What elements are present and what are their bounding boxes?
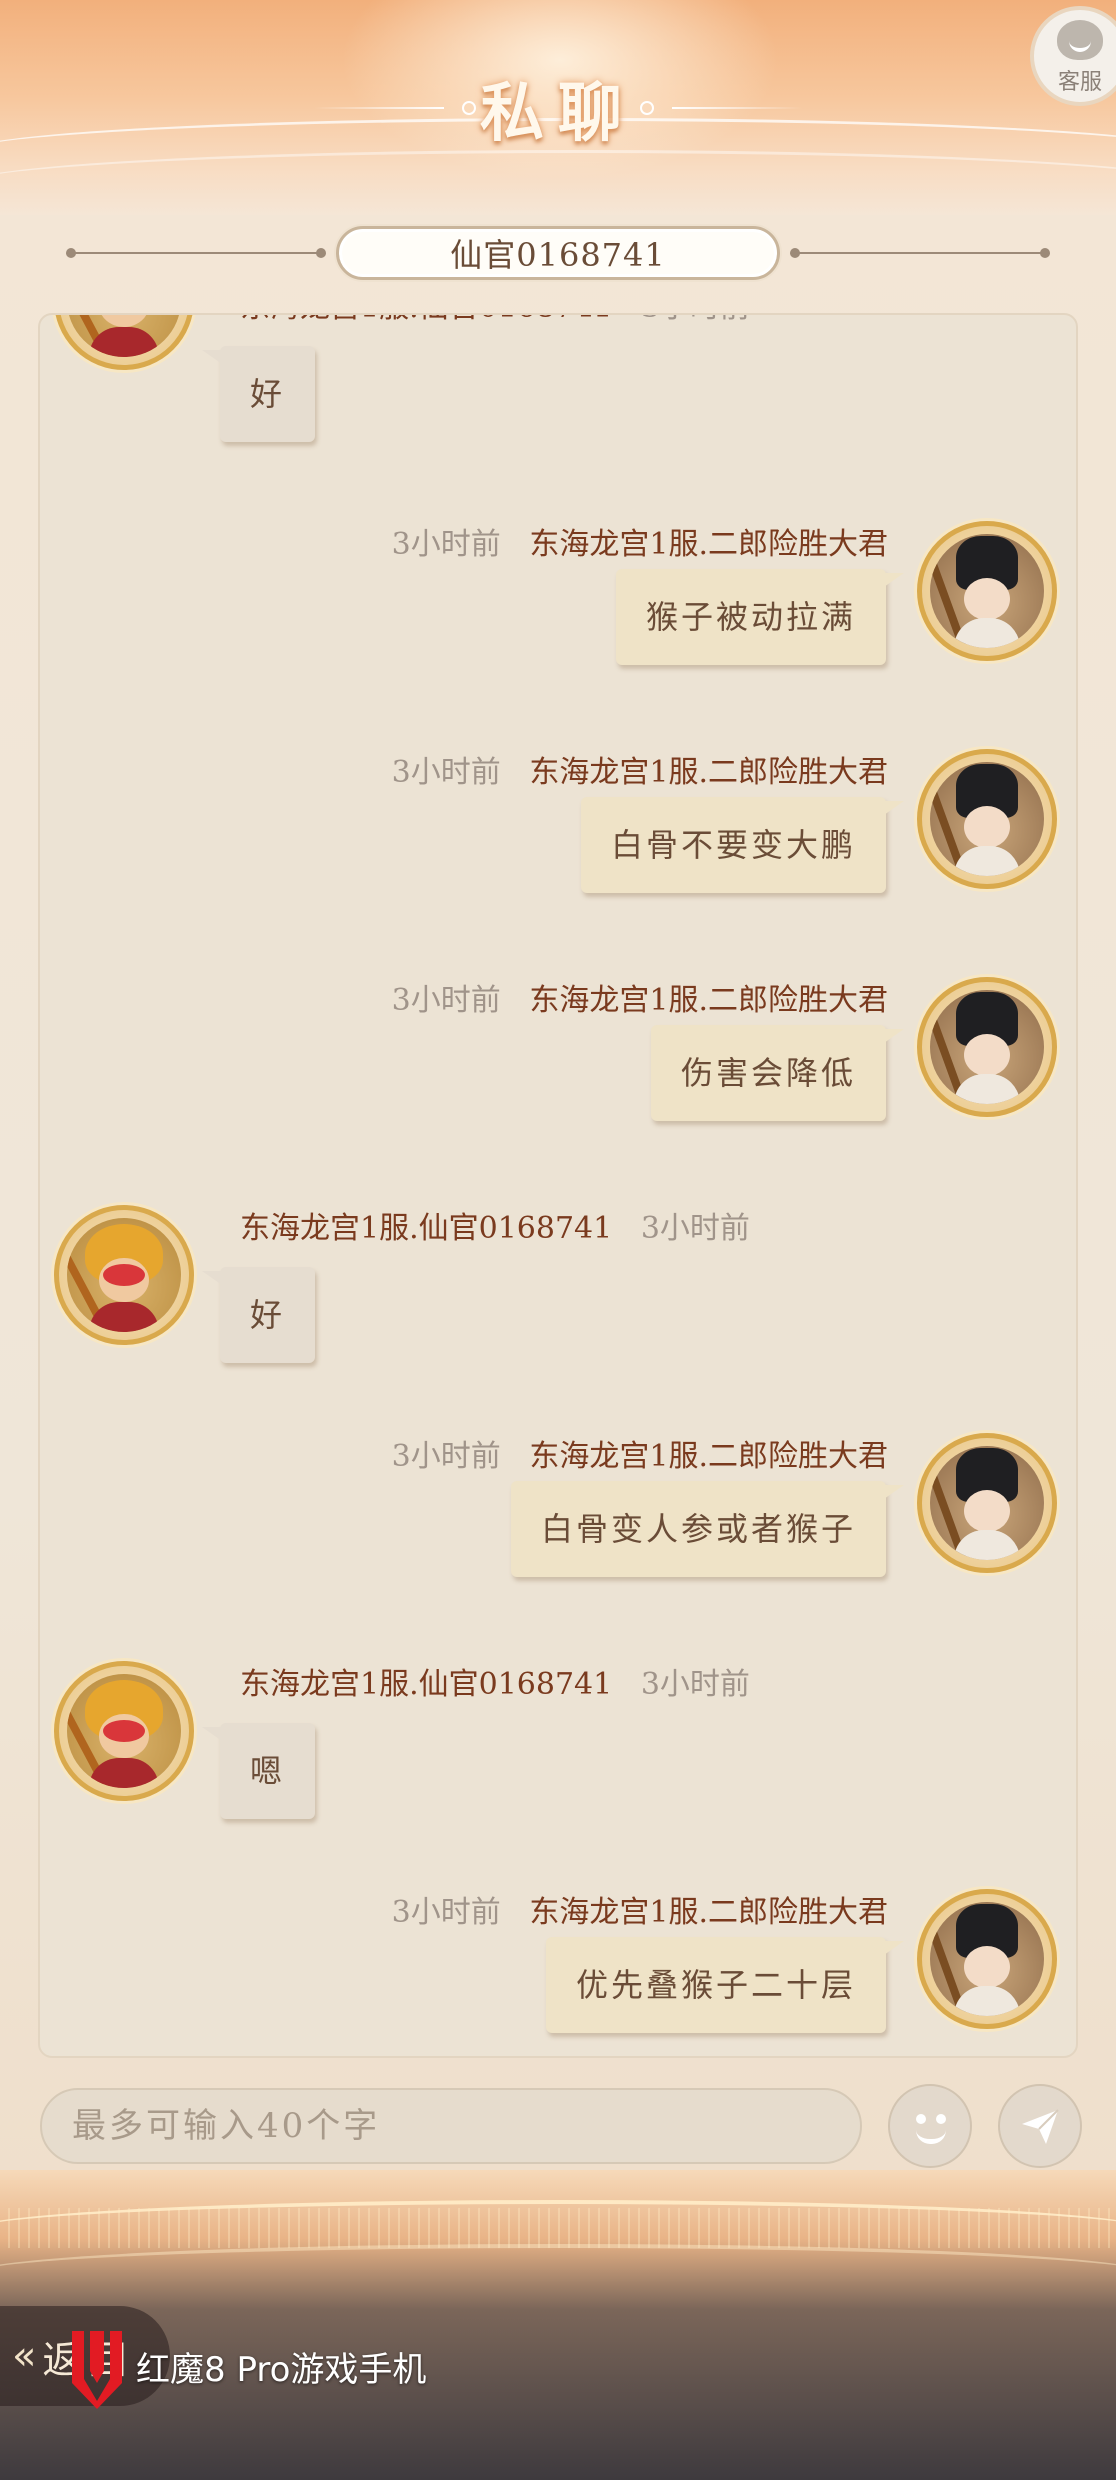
- message-time: 3小时前: [391, 755, 501, 790]
- title-ornament-dot: [462, 101, 476, 115]
- title-ornament-left: [314, 107, 444, 109]
- message-sender[interactable]: 东海龙宫1服.二郎险胜大君: [529, 1895, 888, 1930]
- message-sender[interactable]: 东海龙宫1服.仙官0168741: [240, 1211, 612, 1246]
- message-time: 3小时前: [391, 1895, 501, 1930]
- message-time: 3小时前: [391, 1439, 501, 1474]
- title-ornament-right: [672, 107, 802, 109]
- message-input[interactable]: [40, 2088, 862, 2164]
- device-watermark: 红魔8 Pro游戏手机: [62, 2326, 427, 2409]
- message-sender[interactable]: 东海龙宫1服.仙官0168741: [240, 315, 612, 325]
- footer-sparkle: [0, 2208, 1116, 2248]
- message-meta: 3小时前 东海龙宫1服.二郎险胜大君: [392, 1437, 888, 1477]
- message-bubble[interactable]: 好: [201, 346, 316, 442]
- erlang-avatar[interactable]: [917, 749, 1057, 889]
- message-sender[interactable]: 东海龙宫1服.二郎险胜大君: [529, 1439, 888, 1474]
- message-meta: 东海龙宫1服.仙官0168741 3小时前: [240, 1665, 750, 1705]
- message-bubble[interactable]: 优先叠猴子二十层: [545, 1937, 905, 2033]
- title-bar: 私聊: [0, 58, 1116, 158]
- erlang-avatar[interactable]: [917, 1433, 1057, 1573]
- customer-service-icon: [1057, 20, 1103, 60]
- message-meta: 3小时前 东海龙宫1服.二郎险胜大君: [392, 1893, 888, 1933]
- message-bubble[interactable]: 伤害会降低: [650, 1025, 905, 1121]
- chat-message-list[interactable]: 东海龙宫1服.仙官0168741 3小时前 好 3小时前 东海龙宫1服.二郎险胜…: [38, 313, 1078, 2058]
- message-time: 3小时前: [640, 1667, 750, 1702]
- message-time: 3小时前: [391, 983, 501, 1018]
- header-decoration: [0, 150, 1116, 215]
- message-time: 3小时前: [640, 1211, 750, 1246]
- message-bubble[interactable]: 白骨变人参或者猴子: [510, 1481, 905, 1577]
- message-meta: 3小时前 东海龙宫1服.二郎险胜大君: [392, 981, 888, 1021]
- message-meta: 3小时前 东海龙宫1服.二郎险胜大君: [392, 753, 888, 793]
- footer-band: [0, 2244, 1116, 2304]
- monkey-king-avatar[interactable]: [54, 315, 194, 370]
- red-magic-logo: [72, 2331, 122, 2409]
- divider-right: [790, 248, 1050, 258]
- erlang-avatar[interactable]: [917, 521, 1057, 661]
- monkey-king-avatar[interactable]: [54, 1661, 194, 1801]
- message-sender[interactable]: 东海龙宫1服.二郎险胜大君: [529, 527, 888, 562]
- message-meta: 东海龙宫1服.仙官0168741 3小时前: [240, 315, 750, 328]
- page-title: 私聊: [480, 76, 636, 151]
- watermark-text: 红魔8 Pro游戏手机: [136, 2349, 427, 2390]
- message-time: 3小时前: [391, 527, 501, 562]
- message-time: 3小时前: [641, 315, 750, 325]
- message-bubble[interactable]: 白骨不要变大鹏: [580, 797, 905, 893]
- header: 私聊 客服: [0, 0, 1116, 215]
- back-arrow-icon: «: [12, 2333, 37, 2379]
- footer-decoration: [0, 2170, 1116, 2480]
- message-meta: 东海龙宫1服.仙官0168741 3小时前: [240, 1209, 750, 1249]
- message-sender[interactable]: 东海龙宫1服.二郎险胜大君: [529, 755, 888, 790]
- message-sender[interactable]: 东海龙宫1服.二郎险胜大君: [529, 983, 888, 1018]
- conversation-header: 仙官0168741: [66, 226, 1050, 280]
- message-meta: 3小时前 东海龙宫1服.二郎险胜大君: [392, 525, 888, 565]
- message-bubble[interactable]: 好: [201, 1267, 316, 1363]
- peer-name: 仙官0168741: [336, 226, 780, 280]
- message-sender[interactable]: 东海龙宫1服.仙官0168741: [240, 1667, 612, 1702]
- send-button[interactable]: [998, 2084, 1082, 2168]
- customer-service-label: 客服: [1057, 70, 1102, 95]
- erlang-avatar[interactable]: [917, 1889, 1057, 2029]
- message-bubble[interactable]: 嗯: [201, 1723, 316, 1819]
- paper-plane-icon: [1022, 2109, 1059, 2144]
- message-input-field[interactable]: [72, 2090, 860, 2162]
- title-ornament-dot: [640, 101, 654, 115]
- message-bubble[interactable]: 猴子被动拉满: [615, 569, 905, 665]
- monkey-king-avatar[interactable]: [54, 1205, 194, 1345]
- divider-left: [66, 248, 326, 258]
- emoji-button[interactable]: [888, 2084, 972, 2168]
- erlang-avatar[interactable]: [917, 977, 1057, 1117]
